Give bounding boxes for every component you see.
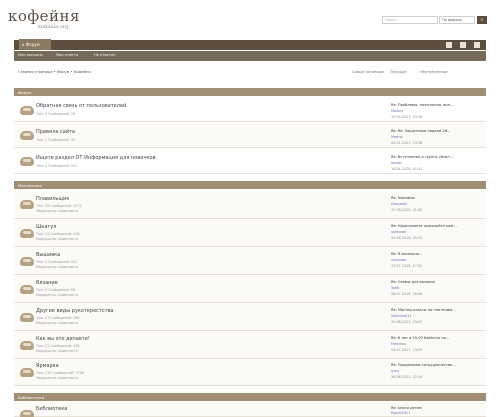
forum-moderator[interactable]: Модератор: Администр [36,265,78,269]
forum-title[interactable]: Вышивка [36,252,60,258]
last-post-author[interactable]: unknown [391,230,406,234]
menu-icon[interactable] [474,42,480,48]
last-post-author[interactable]: Vikterina/11 [391,314,412,318]
category-header [14,393,486,401]
search-input[interactable]: Поиск… [382,16,438,24]
last-post-author[interactable]: sensei [391,161,402,165]
site-logo[interactable]: кофейня [8,8,80,24]
forum-stats: Тем: 1 Сообщений: 59 [36,138,76,142]
last-post-title[interactable]: Re: Вступление в группу (Факт… [391,155,483,159]
last-post-date: 17.08.2020, 21:42 [391,208,423,212]
search-button[interactable]: ⌕ [477,16,487,24]
main-navbar [14,40,486,50]
last-post-title[interactable]: Re: 6 лет в 19-00 Nakhnira по… [391,336,483,340]
last-post-author[interactable]: отеч [391,369,399,373]
last-post-title[interactable]: Re: Nasirabai [391,196,483,200]
forum-title[interactable]: Библиотека [36,406,67,412]
last-post-title[interactable]: Re: Проблемы, пожелания, воп… [391,103,483,107]
forum-stats: Тем: 14 Сообщений: 408 [36,232,80,236]
category-header [14,181,486,189]
last-post-author[interactable]: Mallory [391,109,403,113]
forum-title[interactable]: Плавильщик [36,196,69,202]
tab-forum[interactable]: ⌂ Форум [19,39,51,50]
forum-stats: Тем: 119 Сообщений: 1736 [36,371,84,375]
last-post-title[interactable]: Re: Продолжаю сотрудничество… [391,363,483,367]
last-post-date: 23.08.2018, 05:31 [391,236,423,240]
forum-title[interactable]: Другие виды рукоткрестства [36,308,114,314]
forum-title[interactable]: Шкатул [36,224,57,230]
link-current[interactable]: Текущие [390,70,407,74]
link-unanswered[interactable]: Неотвеченные [420,70,448,74]
forum-stats: Тем: 3 Сообщений: 29 [36,112,76,116]
forum-icon [20,313,34,322]
forum-icon [20,157,34,166]
forum-stats: Тем: 4 Сообщений: 101 [36,260,78,264]
forum-stats: Тем: 17 Сообщений: 189 [36,316,80,320]
forum-icon [20,106,34,115]
forum-moderator[interactable]: Модератор: Администр [36,349,78,353]
last-post-date: 28.07.2019, 18:46 [391,292,423,296]
last-post-author[interactable]: Doscadar [391,202,407,206]
last-post-author[interactable]: Marina [391,135,403,139]
last-post-title[interactable]: Re: Мастер-классы по плетению… [391,308,483,312]
sublink-my-answers[interactable]: Мои ответы [56,53,78,57]
last-post-author[interactable]: Frenchus [391,342,406,346]
sub-navbar [14,51,486,61]
forum-title[interactable]: Вязание [36,280,58,286]
last-post-title[interactable]: Re: книги детям [391,406,483,410]
last-post-title[interactable]: Re: Я вязально… [391,252,483,256]
last-post-date: 28.08.2021, 22:14 [391,375,423,379]
category-header [14,88,486,96]
last-post-title[interactable]: Re: Re: Защитники недели 26… [391,129,483,133]
forum-title[interactable]: Обратная связь от пользователей. [36,103,128,109]
last-post-date: 17.07.2018, 17:52 [391,264,423,268]
forum-moderator[interactable]: Модератор: Администр [36,321,78,325]
forum-icon [20,200,34,209]
search-scope-select[interactable]: По форуму [439,16,475,24]
forum-icon [20,341,34,350]
sublink-my-questions[interactable]: Мои вопросы [18,53,43,57]
last-post-author[interactable]: unknown [391,258,406,262]
forum-title[interactable]: Ярмарка [36,363,59,369]
forum-title[interactable]: Правила сайта [36,129,75,135]
last-post-date: 03.07.2017, 13:59 [391,348,423,352]
link-most-active[interactable]: Самые активные [352,70,384,74]
forum-moderator[interactable]: Модератор: Администр [36,237,78,241]
forum-moderator[interactable]: Модератор: Администр [36,376,78,380]
last-post-author[interactable]: Koorai2011 [391,411,410,415]
forum-title[interactable]: Ищите раздел ОТ Информация для новичков. [36,155,157,161]
forum-stats: Тем: 4 Сообщений: 101 [36,164,78,168]
sublink-unanswered[interactable]: Не ответил [94,53,115,57]
last-post-date: 04.01.2021, 23:36 [391,141,423,145]
site-logo-subtitle: kofeinia.org [38,24,69,30]
category-title[interactable]: Мастерская [18,183,42,188]
last-post-author[interactable]: Tokki [391,286,399,290]
forum-icon [20,368,34,377]
forum-title[interactable]: Как вы это делаете! [36,336,90,342]
last-post-date: 14.04.2020, 07:41 [391,167,423,171]
last-post-title[interactable]: Re: Схемы для вязания [391,280,483,284]
last-post-date: 20.08.2021, 20:29 [391,320,423,324]
forum-row [14,190,486,219]
search-icon: ⌕ [480,17,484,23]
category-title[interactable]: Форум [18,90,31,95]
forum-icon [20,285,34,294]
forum-icon [20,229,34,238]
last-post-title[interactable]: Re: Нахрсинаете пожелайте каж… [391,224,483,228]
category-title[interactable]: Библиотечка [18,395,44,400]
last-post-date: 10.05.2021, 23:28 [391,115,423,119]
forum-moderator[interactable]: Модератор: Администр [36,209,78,213]
forum-icon [20,257,34,266]
breadcrumb[interactable]: Главная страница • Форум • Кофейня [18,70,91,74]
home-icon: ⌂ [22,42,25,47]
forum-moderator[interactable]: Модератор: Администр [36,293,78,297]
tab-forum-label: Форум [25,42,40,47]
forum-stats: Тем: 21 Сообщений: 498 [36,344,80,348]
user-icon[interactable] [446,42,452,48]
forum-icon [20,131,34,140]
forum-icon [20,410,34,417]
forum-stats: Тем: 35 Сообщений: 1072 [36,204,82,208]
forum-stats: Тем: 5 Сообщений: 66 [36,288,76,292]
envelope-icon[interactable] [460,42,466,48]
